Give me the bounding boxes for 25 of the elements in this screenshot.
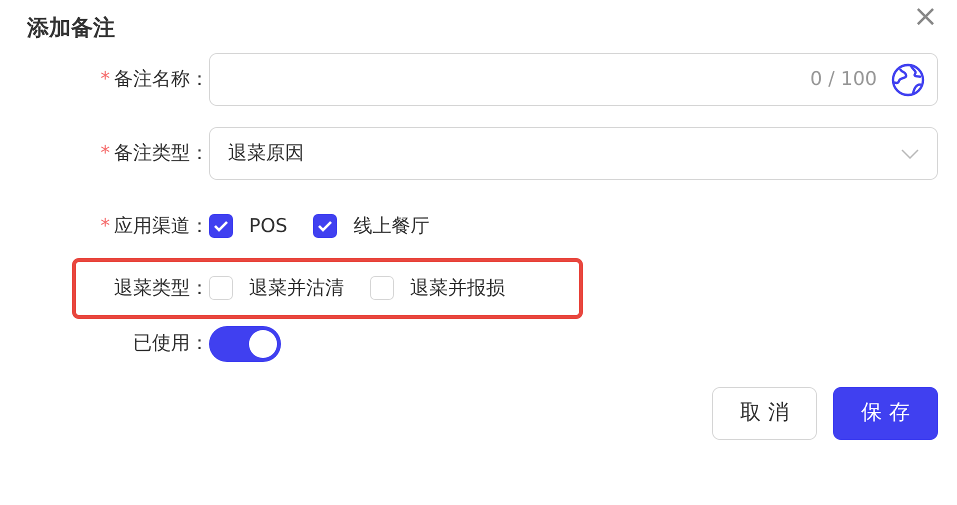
check-icon bbox=[213, 220, 229, 232]
option-label[interactable]: 退菜并沽清 bbox=[249, 274, 344, 302]
selected-value: 退菜原因 bbox=[228, 141, 305, 166]
required-mark: * bbox=[100, 214, 110, 239]
field-label: 应用渠道： bbox=[114, 214, 209, 239]
required-mark: * bbox=[100, 141, 110, 166]
cancel-button[interactable]: 取 消 bbox=[712, 386, 817, 440]
required-mark: * bbox=[100, 67, 110, 92]
field-label: 退菜类型： bbox=[114, 276, 209, 301]
dialog-title: 添加备注 bbox=[27, 15, 115, 43]
character-counter: 0 / 100 bbox=[810, 67, 877, 92]
check-icon bbox=[317, 220, 334, 232]
globe-icon[interactable] bbox=[891, 62, 925, 96]
checkbox[interactable] bbox=[313, 214, 338, 238]
option-label[interactable]: 线上餐厅 bbox=[353, 212, 430, 240]
close-button[interactable]: × bbox=[912, 2, 938, 32]
field-label: 备注类型： bbox=[114, 141, 209, 166]
checkbox[interactable] bbox=[209, 214, 233, 238]
field-label: 已使用： bbox=[133, 331, 209, 356]
save-button[interactable]: 保 存 bbox=[833, 386, 938, 440]
type-select-field[interactable]: 退菜原因 bbox=[209, 127, 938, 180]
option-label[interactable]: POS bbox=[249, 212, 288, 240]
option-label[interactable]: 退菜并报损 bbox=[410, 274, 505, 302]
field-label: 备注名称： bbox=[114, 67, 209, 92]
toggle-switch[interactable] bbox=[209, 326, 281, 362]
